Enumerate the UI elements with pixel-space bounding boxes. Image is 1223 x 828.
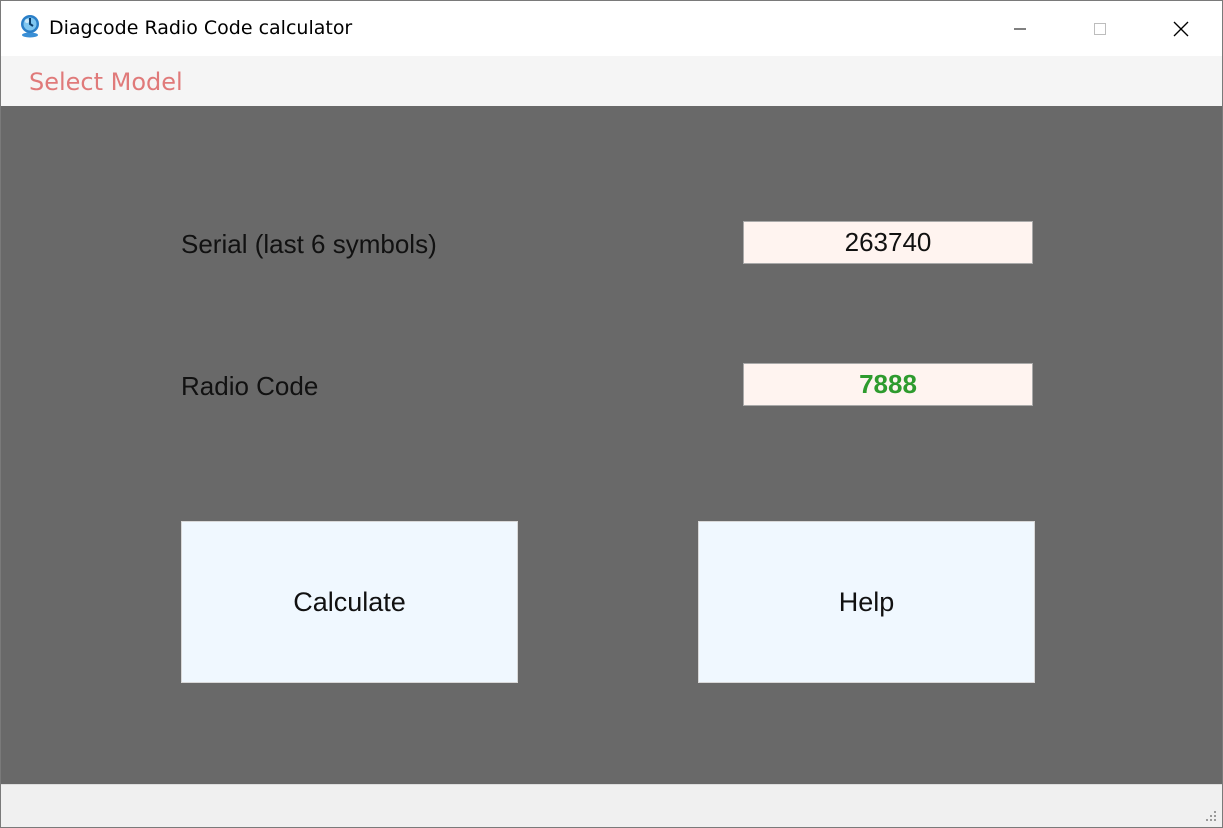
help-button[interactable]: Help	[698, 521, 1035, 683]
radio-code-output[interactable]: 7888	[743, 363, 1033, 406]
window-title: Diagcode Radio Code calculator	[49, 17, 353, 39]
calculate-button[interactable]: Calculate	[181, 521, 518, 683]
minimize-button[interactable]	[980, 1, 1060, 56]
menu-select-model[interactable]: Select Model	[29, 68, 183, 96]
title-bar[interactable]: Diagcode Radio Code calculator	[1, 1, 1222, 56]
close-icon	[1173, 21, 1189, 36]
serial-input[interactable]: 263740	[743, 221, 1033, 264]
maximize-button[interactable]	[1060, 1, 1140, 56]
globe-app-icon	[21, 15, 39, 38]
minimize-icon	[1014, 28, 1026, 29]
serial-label: Serial (last 6 symbols)	[181, 229, 437, 259]
menu-bar: Select Model	[1, 56, 1222, 106]
main-panel: Serial (last 6 symbols) 263740 Radio Cod…	[1, 106, 1222, 784]
status-bar	[1, 784, 1222, 827]
close-button[interactable]	[1141, 1, 1221, 56]
resize-grip-icon[interactable]	[1202, 807, 1218, 823]
maximize-icon	[1094, 22, 1106, 35]
radio-code-label: Radio Code	[181, 371, 319, 401]
app-window: Diagcode Radio Code calculator Select Mo…	[0, 0, 1223, 828]
